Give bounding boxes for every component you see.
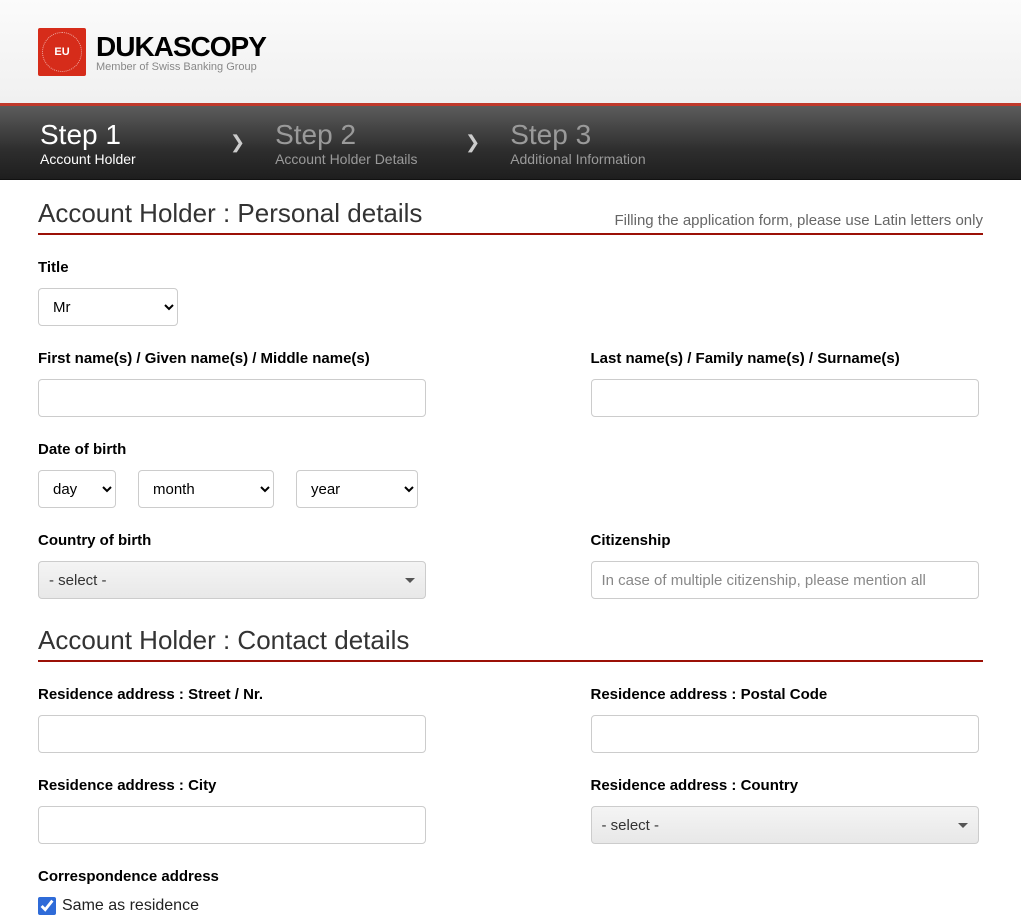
section-personal-note: Filling the application form, please use… [614,212,983,229]
section-contact-heading: Account Holder : Contact details [38,625,409,656]
steps-bar: Step 1 Account Holder ❯ Step 2 Account H… [0,106,1021,180]
dob-month-select[interactable]: month [138,470,274,508]
same-as-residence-label: Same as residence [62,897,199,915]
logo-brand: DUKASCOPY [96,31,266,63]
step-1-title: Step 1 [40,119,220,151]
step-2[interactable]: Step 2 Account Holder Details [275,119,455,167]
title-label: Title [38,259,178,276]
citizenship-label: Citizenship [591,532,984,549]
citizenship-input[interactable] [591,561,979,599]
chevron-down-icon [958,823,968,828]
section-personal-heading-row: Account Holder : Personal details Fillin… [38,198,983,235]
step-2-sub: Account Holder Details [275,151,455,167]
logo-badge: EU [38,28,86,76]
chevron-down-icon [405,578,415,583]
chevron-right-icon: ❯ [465,132,480,153]
country-of-birth-select[interactable]: - select - [38,561,426,599]
residence-country-select[interactable]: - select - [591,806,979,844]
country-label: Residence address : Country [591,777,984,794]
step-1-sub: Account Holder [40,151,220,167]
dob-day-select[interactable]: day [38,470,116,508]
section-contact-heading-row: Account Holder : Contact details [38,625,983,662]
country-of-birth-label: Country of birth [38,532,431,549]
dob-year-select[interactable]: year [296,470,418,508]
last-name-label: Last name(s) / Family name(s) / Surname(… [591,350,984,367]
step-2-title: Step 2 [275,119,455,151]
residence-country-value: - select - [602,817,660,834]
step-1[interactable]: Step 1 Account Holder [40,119,220,167]
first-name-label: First name(s) / Given name(s) / Middle n… [38,350,431,367]
dob-label: Date of birth [38,441,983,458]
city-input[interactable] [38,806,426,844]
step-3-title: Step 3 [510,119,690,151]
street-label: Residence address : Street / Nr. [38,686,431,703]
header-banner: EU DUKASCOPY Member of Swiss Banking Gro… [0,0,1021,106]
correspondence-label: Correspondence address [38,868,983,885]
logo-text: DUKASCOPY Member of Swiss Banking Group [96,31,266,73]
street-input[interactable] [38,715,426,753]
step-3[interactable]: Step 3 Additional Information [510,119,690,167]
step-3-sub: Additional Information [510,151,690,167]
title-select[interactable]: Mr [38,288,178,326]
logo: EU DUKASCOPY Member of Swiss Banking Gro… [38,28,266,76]
postal-label: Residence address : Postal Code [591,686,984,703]
section-personal-heading: Account Holder : Personal details [38,198,422,229]
postal-input[interactable] [591,715,979,753]
logo-tagline: Member of Swiss Banking Group [96,61,266,73]
city-label: Residence address : City [38,777,431,794]
country-of-birth-value: - select - [49,572,107,589]
chevron-right-icon: ❯ [230,132,245,153]
logo-badge-stars-icon [42,32,82,72]
last-name-input[interactable] [591,379,979,417]
first-name-input[interactable] [38,379,426,417]
same-as-residence-checkbox[interactable] [38,897,56,915]
